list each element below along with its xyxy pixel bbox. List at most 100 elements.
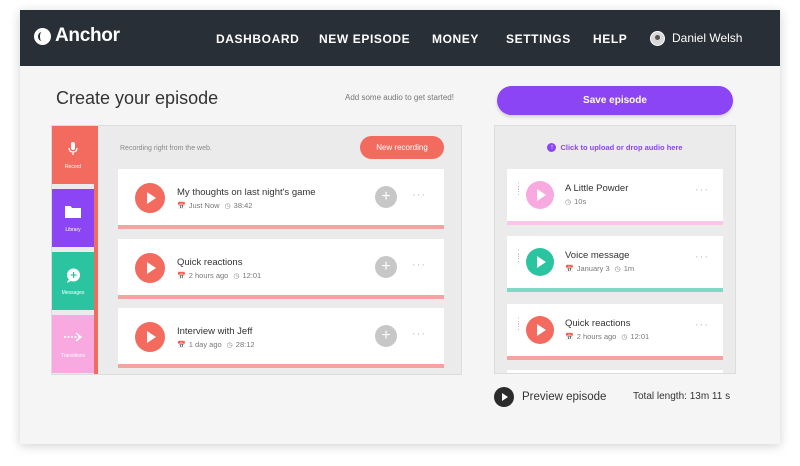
- calendar-icon: 📅: [565, 265, 574, 273]
- nav-help[interactable]: HELP: [593, 10, 627, 66]
- preview-label: Preview episode: [522, 391, 607, 403]
- nav-money[interactable]: MONEY: [432, 10, 479, 66]
- sidebar-tab-label: Record: [64, 164, 82, 170]
- record-description: Recording right from the web.: [120, 145, 212, 152]
- card-accent-bar: [118, 364, 444, 368]
- user-menu[interactable]: Daniel Welsh: [650, 10, 742, 66]
- total-length: Total length: 13m 11 s: [633, 391, 731, 402]
- episode-segment[interactable]: ⋮ ⋮ Voice message 📅 January 3 ◷ 1m ···: [507, 236, 723, 292]
- segment-title: A Little Powder: [565, 183, 629, 194]
- microphone-icon: [52, 142, 94, 159]
- add-to-episode-button[interactable]: +: [375, 325, 397, 347]
- more-options-icon[interactable]: ···: [695, 184, 709, 196]
- sidebar-tab-messages[interactable]: Messages: [52, 252, 94, 310]
- clock-icon: ◷: [614, 265, 621, 273]
- anchor-logo[interactable]: Anchor: [34, 25, 120, 47]
- more-options-icon[interactable]: ···: [695, 319, 709, 331]
- play-icon[interactable]: [135, 322, 165, 352]
- recording-duration: 38:42: [233, 201, 253, 210]
- active-tab-indicator: [94, 126, 98, 374]
- clock-icon: ◷: [621, 333, 628, 341]
- recording-card[interactable]: My thoughts on last night's game 📅 Just …: [118, 169, 444, 229]
- recording-date: 2 hours ago: [188, 271, 229, 280]
- empty-hint: Add some audio to get started!: [345, 93, 454, 102]
- upload-icon: ↑: [547, 143, 557, 152]
- clock-icon: ◷: [565, 198, 572, 206]
- card-accent-bar: [118, 225, 444, 229]
- play-icon[interactable]: [135, 253, 165, 283]
- avatar: [650, 30, 665, 46]
- recording-duration: 28:12: [235, 340, 255, 349]
- recording-title: Quick reactions: [177, 257, 243, 268]
- logo-text: Anchor: [55, 25, 120, 46]
- episode-panel: ↑ Click to upload or drop audio here ⋮ ⋮ …: [494, 125, 736, 374]
- nav-new-episode[interactable]: NEW EPISODE: [319, 10, 410, 66]
- sidebar-tab-library[interactable]: Library: [52, 189, 94, 247]
- segment-duration: 1m: [623, 264, 635, 273]
- recording-card[interactable]: Quick reactions 📅 2 hours ago ◷ 12:01 + …: [118, 239, 444, 299]
- clock-icon: ◷: [224, 202, 231, 210]
- drag-handle-icon[interactable]: ⋮ ⋮: [514, 182, 523, 196]
- sidebar-tab-transitions[interactable]: Transitions: [52, 315, 94, 373]
- segment-date: 2 hours ago: [576, 332, 617, 341]
- play-icon[interactable]: [135, 183, 165, 213]
- sidebar-tab-label: Messages: [61, 290, 85, 296]
- top-nav-bar: Anchor DASHBOARD NEW EPISODE MONEY SETTI…: [20, 10, 780, 66]
- play-icon[interactable]: [526, 248, 554, 276]
- recording-meta: 📅 1 day ago ◷ 28:12: [177, 340, 255, 349]
- segment-meta: ◷ 10s: [565, 197, 586, 206]
- segment-accent-bar: [507, 356, 723, 360]
- segment-duration: 10s: [574, 197, 587, 206]
- segment-duration: 12:01: [630, 332, 650, 341]
- recording-card[interactable]: Interview with Jeff 📅 1 day ago ◷ 28:12 …: [118, 308, 444, 368]
- recording-title: My thoughts on last night's game: [177, 187, 316, 198]
- clock-icon: ◷: [233, 272, 240, 280]
- new-recording-button[interactable]: New recording: [360, 136, 444, 159]
- folder-icon: [52, 205, 94, 221]
- add-to-episode-button[interactable]: +: [375, 256, 397, 278]
- calendar-icon: 📅: [177, 272, 186, 280]
- recording-date: 1 day ago: [188, 340, 222, 349]
- sidebar-tab-label: Transitions: [60, 353, 86, 359]
- calendar-icon: 📅: [177, 341, 186, 349]
- segment-title: Quick reactions: [565, 318, 631, 329]
- nav-dashboard[interactable]: DASHBOARD: [216, 10, 299, 66]
- nav-settings[interactable]: SETTINGS: [506, 10, 571, 66]
- card-accent-bar: [118, 295, 444, 299]
- drag-handle-icon[interactable]: ⋮ ⋮: [514, 249, 523, 263]
- upload-dropzone[interactable]: ↑ Click to upload or drop audio here: [495, 143, 735, 152]
- drag-handle-icon[interactable]: ⋮ ⋮: [514, 317, 523, 331]
- calendar-icon: 📅: [177, 202, 186, 210]
- recording-title: Interview with Jeff: [177, 326, 253, 337]
- save-episode-button[interactable]: Save episode: [497, 86, 733, 115]
- episode-segment-partial[interactable]: [507, 370, 723, 373]
- sidebar-tab-record[interactable]: Record: [52, 126, 94, 184]
- clock-icon: ◷: [226, 341, 233, 349]
- recording-meta: 📅 Just Now ◷ 38:42: [177, 201, 252, 210]
- recording-duration: 12:01: [242, 271, 262, 280]
- arrow-right-icon: [52, 331, 94, 345]
- play-icon[interactable]: [526, 316, 554, 344]
- message-plus-icon: [52, 268, 94, 286]
- segment-title: Voice message: [565, 250, 630, 261]
- record-panel: Record Library Messages Transitions Reco…: [51, 125, 462, 375]
- episode-segment[interactable]: ⋮ ⋮ Quick reactions 📅 2 hours ago ◷ 12:01…: [507, 304, 723, 360]
- episode-segment[interactable]: ⋮ ⋮ A Little Powder ◷ 10s ···: [507, 169, 723, 225]
- add-to-episode-button[interactable]: +: [375, 186, 397, 208]
- more-options-icon[interactable]: ···: [412, 328, 426, 340]
- preview-episode-button[interactable]: Preview episode: [494, 387, 606, 407]
- segment-meta: 📅 January 3 ◷ 1m: [565, 264, 634, 273]
- sidebar-tab-label: Library: [65, 227, 81, 233]
- app-window: Anchor DASHBOARD NEW EPISODE MONEY SETTI…: [20, 10, 780, 444]
- play-icon[interactable]: [526, 181, 554, 209]
- user-name: Daniel Welsh: [672, 31, 743, 45]
- more-options-icon[interactable]: ···: [412, 189, 426, 201]
- more-options-icon[interactable]: ···: [695, 251, 709, 263]
- anchor-logo-icon: [34, 27, 51, 45]
- segment-meta: 📅 2 hours ago ◷ 12:01: [565, 332, 649, 341]
- more-options-icon[interactable]: ···: [412, 259, 426, 271]
- recording-meta: 📅 2 hours ago ◷ 12:01: [177, 271, 261, 280]
- segment-accent-bar: [507, 288, 723, 292]
- recording-date: Just Now: [188, 201, 220, 210]
- calendar-icon: 📅: [565, 333, 574, 341]
